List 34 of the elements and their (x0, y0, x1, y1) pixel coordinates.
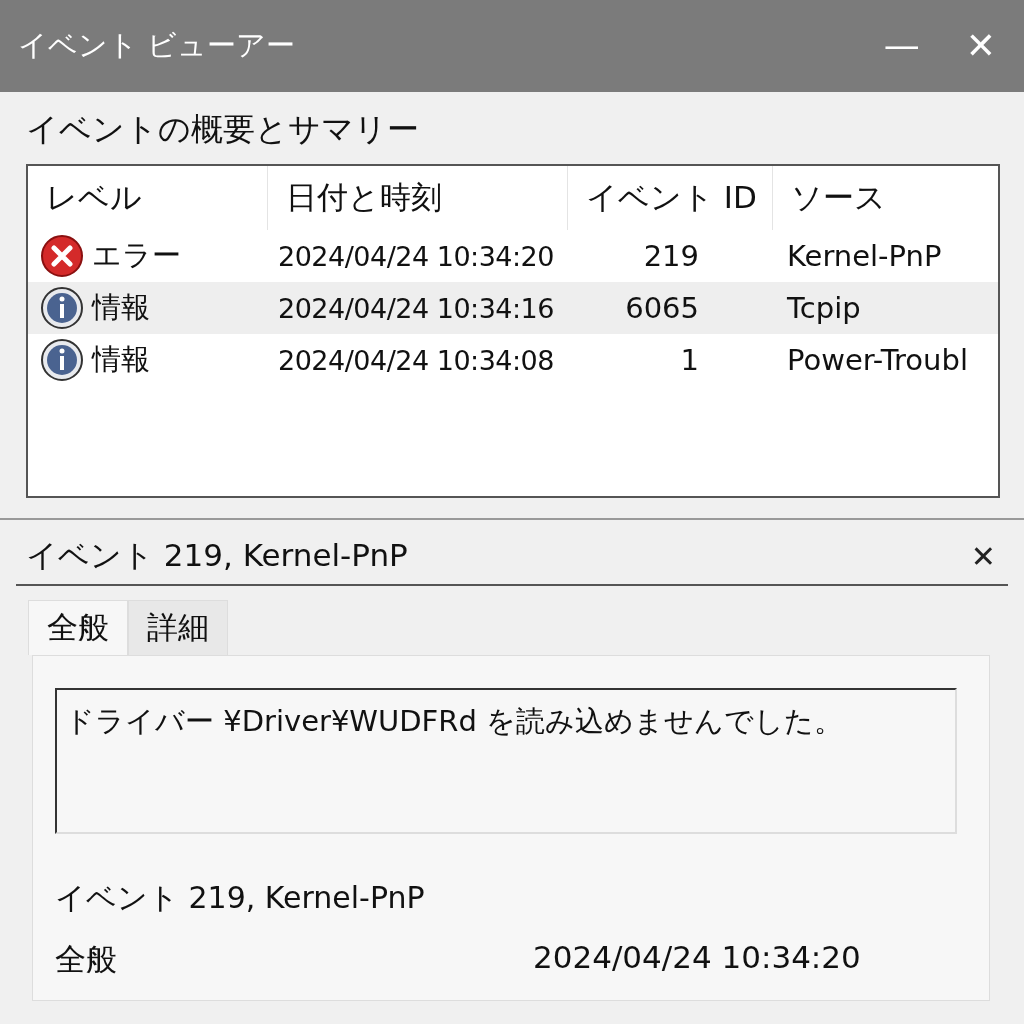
table-cell-text: 情報 (92, 289, 150, 326)
column-header[interactable]: レベル (28, 166, 268, 230)
column-header[interactable]: イベント ID (568, 166, 773, 230)
table-cell-text: 2024/04/24 10:34:08 (277, 344, 555, 376)
table-cell-text: 情報 (92, 341, 150, 378)
table-cell-text: エラー (92, 237, 181, 274)
window-title: イベント ビューアー (18, 27, 297, 64)
event-row[interactable]: エラー 2024/04/24 10:34:20 219 Kernel-PnP (28, 230, 998, 282)
tab[interactable]: 詳細 (128, 600, 228, 655)
date-label: 2024/04/24 10:34:20 (533, 939, 861, 977)
detail-title: イベント 219, Kernel-PnP (25, 536, 409, 575)
error-icon (40, 234, 84, 278)
table-cell-text: Kernel-PnP (786, 239, 943, 273)
message-box: ドライバー ¥Driver¥WUDFRd を読み込めませんでした。 (55, 688, 957, 834)
event-label: イベント 219, Kernel-PnP (55, 879, 426, 917)
category-label: 全般 (55, 940, 117, 979)
event-row[interactable]: 情報 2024/04/24 10:34:08 1 Power-Troubl (28, 334, 998, 386)
column-header[interactable]: ソース (773, 166, 998, 230)
info-icon (40, 338, 84, 382)
table-cell-text: 1 (679, 343, 700, 377)
tab[interactable]: 全般 (28, 600, 128, 655)
close-button[interactable]: ✕ (955, 28, 1006, 64)
info-icon (40, 286, 84, 330)
close-button[interactable]: ✕ (958, 538, 1008, 574)
minimize-button[interactable]: — (873, 28, 930, 64)
table-cell-text: 6065 (624, 291, 700, 325)
table-cell-text: 2024/04/24 10:34:20 (277, 240, 555, 272)
table-cell-text: Power-Troubl (786, 343, 969, 377)
table-cell-text: 2024/04/24 10:34:16 (277, 292, 555, 324)
table-cell-text: 219 (642, 239, 700, 273)
section-heading: イベントの概要とサマリー (26, 109, 420, 150)
column-header[interactable]: 日付と時刻 (268, 166, 568, 230)
event-row[interactable]: 情報 2024/04/24 10:34:16 6065 Tcpip (28, 282, 998, 334)
table-cell-text: Tcpip (786, 291, 862, 325)
